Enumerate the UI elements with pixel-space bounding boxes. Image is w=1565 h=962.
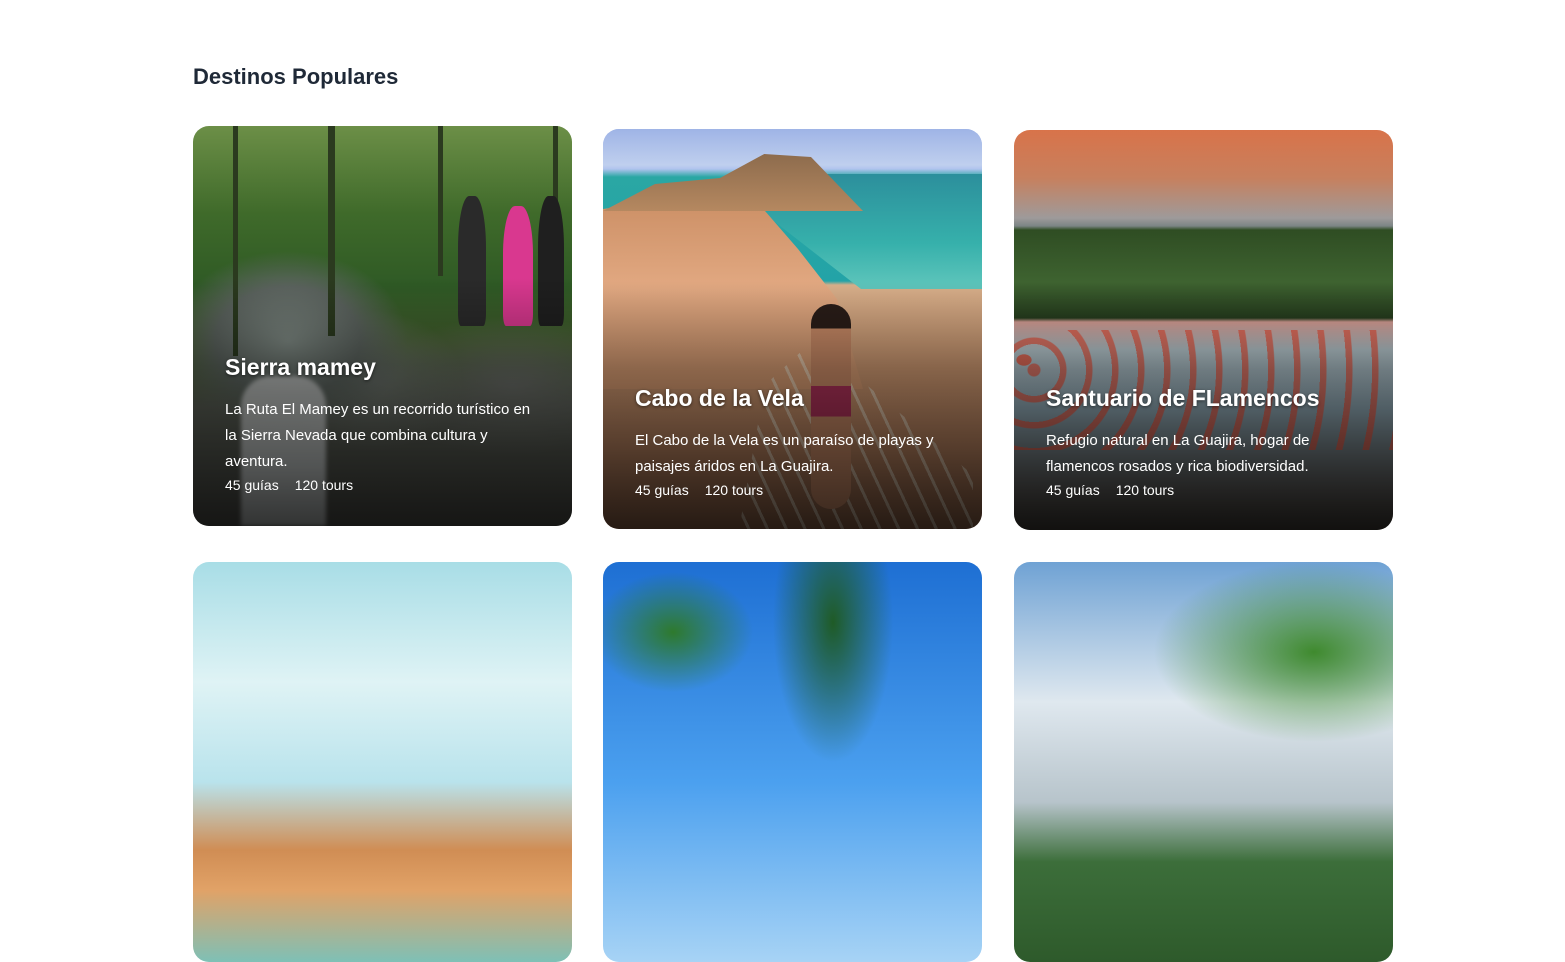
destination-image <box>603 562 982 962</box>
destination-card-sierra-mamey[interactable]: Sierra mamey La Ruta El Mamey es un reco… <box>193 126 572 526</box>
section-title: Destinos Populares <box>193 64 399 89</box>
destination-image <box>193 562 572 962</box>
destination-title: Sierra mamey <box>225 354 376 380</box>
destination-image <box>1014 562 1393 962</box>
destination-card-mountain[interactable] <box>1014 562 1393 962</box>
destination-title: Cabo de la Vela <box>635 385 804 411</box>
destination-card-lagoon[interactable] <box>193 562 572 962</box>
guides-count: 45 guías <box>1046 481 1100 498</box>
tours-count: 120 tours <box>1115 481 1175 498</box>
tours-count: 120 tours <box>704 481 764 498</box>
guides-count: 45 guías <box>225 476 279 493</box>
destination-card-cabo-de-la-vela[interactable]: Cabo de la Vela El Cabo de la Vela es un… <box>603 129 982 529</box>
destination-title: Santuario de FLamencos <box>1046 385 1320 411</box>
destination-description: La Ruta El Mamey es un recorrido turísti… <box>225 400 531 470</box>
destination-card-palms[interactable] <box>603 562 982 962</box>
destination-description: El Cabo de la Vela es un paraíso de play… <box>635 431 934 475</box>
destination-card-santuario-flamencos[interactable]: Santuario de FLamencos Refugio natural e… <box>1014 130 1393 530</box>
destination-stats: 45 guías 120 tours <box>635 482 954 498</box>
destination-description: Refugio natural en La Guajira, hogar de … <box>1046 431 1310 475</box>
destination-stats: 45 guías 120 tours <box>1046 482 1365 498</box>
destination-stats: 45 guías 120 tours <box>225 477 544 493</box>
guides-count: 45 guías <box>635 481 689 498</box>
tours-count: 120 tours <box>294 476 354 493</box>
